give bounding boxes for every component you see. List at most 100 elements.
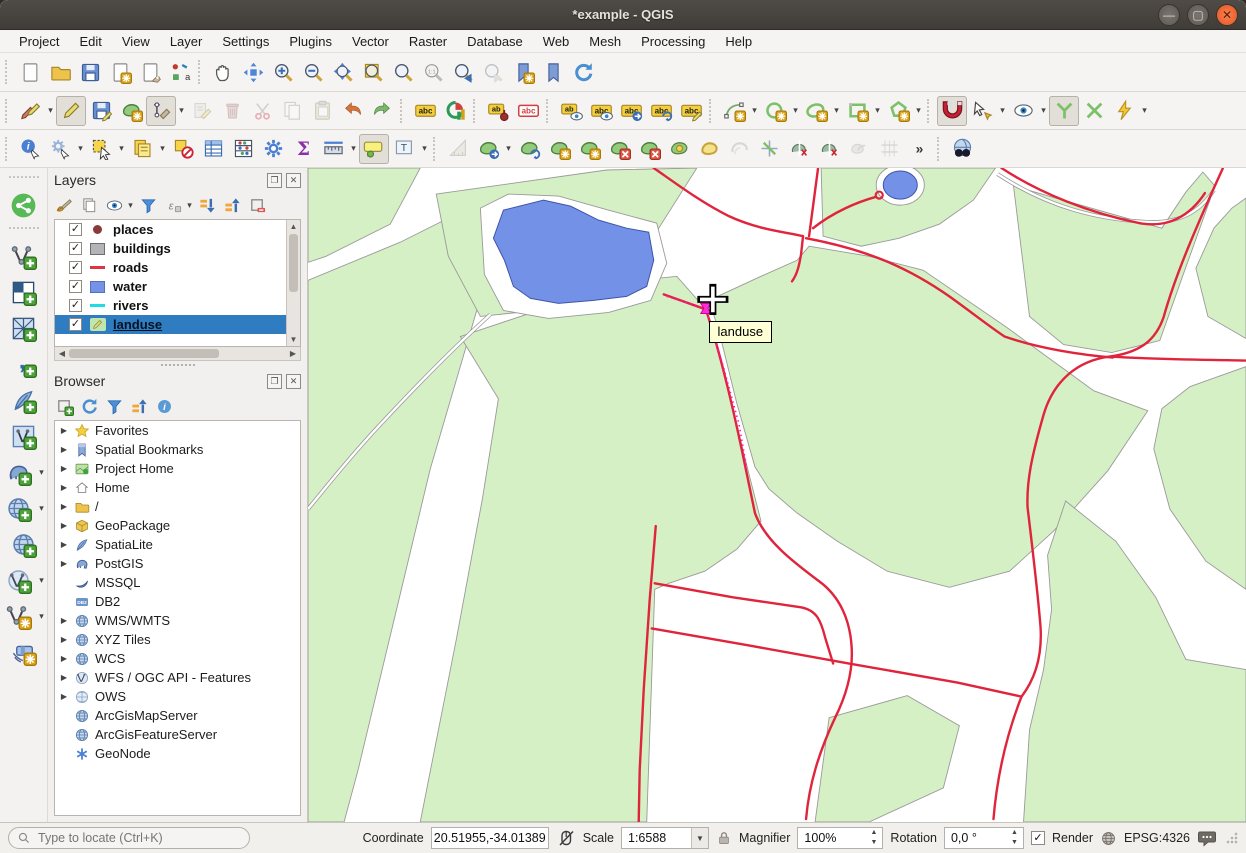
style-manager-button[interactable]: a <box>165 57 195 87</box>
expand-arrow[interactable]: ▶ <box>59 673 69 682</box>
zoom-native-button[interactable]: 1:1 <box>418 57 448 87</box>
add-wfs-layer-button[interactable] <box>1 564 37 597</box>
browser-item-ows[interactable]: ▶OWS <box>55 687 300 706</box>
layer-labeling-options-button[interactable]: abc <box>410 96 440 126</box>
save-layer-edits-button[interactable] <box>86 96 116 126</box>
undo-button[interactable] <box>337 96 367 126</box>
layer-visibility-checkbox[interactable]: ✓ <box>69 242 82 255</box>
expand-arrow[interactable]: ▶ <box>59 540 69 549</box>
zoom-in-button[interactable] <box>268 57 298 87</box>
save-project-button[interactable] <box>75 57 105 87</box>
refresh-browser-button[interactable] <box>77 395 101 419</box>
collapse-all-button[interactable] <box>220 194 244 218</box>
scroll-left-arrow[interactable]: ◀ <box>55 349 69 358</box>
layer-visibility-checkbox[interactable]: ✓ <box>69 261 82 274</box>
add-wms-wmts-layer-dropdown-arrow[interactable]: ▾ <box>37 497 47 521</box>
expand-arrow[interactable]: ▶ <box>59 616 69 625</box>
highlight-pinned-labels-button[interactable]: abc <box>513 96 543 126</box>
new-spatial-bookmark-button[interactable] <box>508 57 538 87</box>
layer-visibility-checkbox[interactable]: ✓ <box>69 299 82 312</box>
properties-widget-button[interactable]: i <box>152 395 176 419</box>
current-edits-button[interactable] <box>15 96 45 126</box>
scroll-up-arrow[interactable]: ▲ <box>287 220 300 233</box>
layer-item-places[interactable]: ✓places <box>55 220 300 239</box>
expand-arrow[interactable]: ▶ <box>59 559 69 568</box>
processing-toolbox-button[interactable] <box>258 134 288 164</box>
new-print-layout-button[interactable] <box>105 57 135 87</box>
topological-editing-button[interactable] <box>1049 96 1079 126</box>
add-spatialite-layer-button[interactable] <box>6 384 42 417</box>
expand-arrow[interactable]: ▶ <box>59 692 69 701</box>
add-virtual-layer-button[interactable] <box>6 420 42 453</box>
measure-line-button[interactable] <box>318 134 348 164</box>
open-data-source-manager-button[interactable] <box>6 189 42 222</box>
expand-arrow[interactable]: ▶ <box>59 464 69 473</box>
new-gps-layer-button[interactable] <box>6 636 42 669</box>
expand-arrow[interactable]: ▶ <box>59 502 69 511</box>
menu-processing[interactable]: Processing <box>632 32 714 51</box>
zoom-out-button[interactable] <box>298 57 328 87</box>
browser-item-postgis[interactable]: ▶PostGIS <box>55 554 300 573</box>
show-hidden-labels-button[interactable]: abc <box>586 96 616 126</box>
expand-arrow[interactable]: ▶ <box>59 426 69 435</box>
new-shapefile-layer-dropdown-arrow[interactable]: ▾ <box>37 605 47 629</box>
collapse-all-browser-button[interactable] <box>127 395 151 419</box>
browser-item-db2[interactable]: DB2DB2 <box>55 592 300 611</box>
locate-search[interactable] <box>8 827 250 849</box>
current-edits-dropdown-arrow[interactable]: ▾ <box>45 96 56 126</box>
expand-all-button[interactable] <box>195 194 219 218</box>
rail-drag-handle[interactable] <box>9 176 39 184</box>
browser-item-[interactable]: ▶/ <box>55 497 300 516</box>
metasearch-button[interactable] <box>947 134 977 164</box>
statistical-summary-button[interactable] <box>228 134 258 164</box>
pan-to-selection-button[interactable] <box>238 57 268 87</box>
new-project-button[interactable] <box>15 57 45 87</box>
measure-line-dropdown-arrow[interactable]: ▾ <box>348 134 359 164</box>
title-bar[interactable]: *example - QGIS —▢✕ <box>0 0 1246 30</box>
magnifier-down[interactable]: ▼ <box>867 838 880 848</box>
add-ellipse-button[interactable] <box>801 96 831 126</box>
toolbar-drag-handle[interactable] <box>5 60 12 84</box>
zoom-to-layer-button[interactable] <box>388 57 418 87</box>
scale-combobox[interactable]: 1:6588 ▼ <box>621 827 709 849</box>
vertex-tool-dropdown-arrow[interactable]: ▾ <box>176 96 187 126</box>
layer-item-water[interactable]: ✓water <box>55 277 300 296</box>
menu-settings[interactable]: Settings <box>213 32 278 51</box>
menu-layer[interactable]: Layer <box>161 32 212 51</box>
add-wms-wmts-layer-button[interactable] <box>1 492 37 525</box>
scroll-thumb[interactable] <box>289 234 298 292</box>
add-rectangle-dropdown-arrow[interactable]: ▾ <box>872 96 883 126</box>
add-rectangle-button[interactable] <box>842 96 872 126</box>
add-circular-string-button[interactable] <box>719 96 749 126</box>
layer-item-rivers[interactable]: ✓rivers <box>55 296 300 315</box>
scroll-thumb-h[interactable] <box>69 349 219 358</box>
copy-move-feature-button[interactable] <box>514 134 544 164</box>
refresh-map-button[interactable] <box>568 57 598 87</box>
vertex-tool-button[interactable] <box>146 96 176 126</box>
render-checkbox[interactable]: ✓ <box>1031 831 1045 845</box>
locate-input[interactable] <box>36 830 241 846</box>
select-features-button[interactable] <box>86 134 116 164</box>
toolbar-drag-handle[interactable] <box>5 99 12 123</box>
layer-diagram-options-button[interactable] <box>440 96 470 126</box>
open-attribute-table-button[interactable] <box>198 134 228 164</box>
add-regular-polygon-button[interactable] <box>883 96 913 126</box>
pan-map-button[interactable] <box>208 57 238 87</box>
add-mesh-layer-button[interactable] <box>6 312 42 345</box>
layer-item-buildings[interactable]: ✓buildings <box>55 239 300 258</box>
menu-raster[interactable]: Raster <box>400 32 456 51</box>
browser-item-spatialite[interactable]: ▶SpatiaLite <box>55 535 300 554</box>
menu-help[interactable]: Help <box>716 32 761 51</box>
map-canvas[interactable]: landuse <box>308 168 1246 822</box>
add-circular-string-dropdown-arrow[interactable]: ▾ <box>749 96 760 126</box>
pin-unpin-labels-button[interactable]: ab <box>483 96 513 126</box>
add-ellipse-dropdown-arrow[interactable]: ▾ <box>831 96 842 126</box>
layers-float-button[interactable]: ❐ <box>267 173 282 188</box>
redo-button[interactable] <box>367 96 397 126</box>
select-features-dropdown-arrow[interactable]: ▾ <box>116 134 127 164</box>
expand-arrow[interactable]: ▶ <box>59 445 69 454</box>
maximize-button[interactable]: ▢ <box>1187 4 1209 26</box>
browser-float-button[interactable]: ❐ <box>267 374 282 389</box>
filter-legend-button[interactable] <box>136 194 160 218</box>
rotate-feature-button[interactable] <box>544 134 574 164</box>
